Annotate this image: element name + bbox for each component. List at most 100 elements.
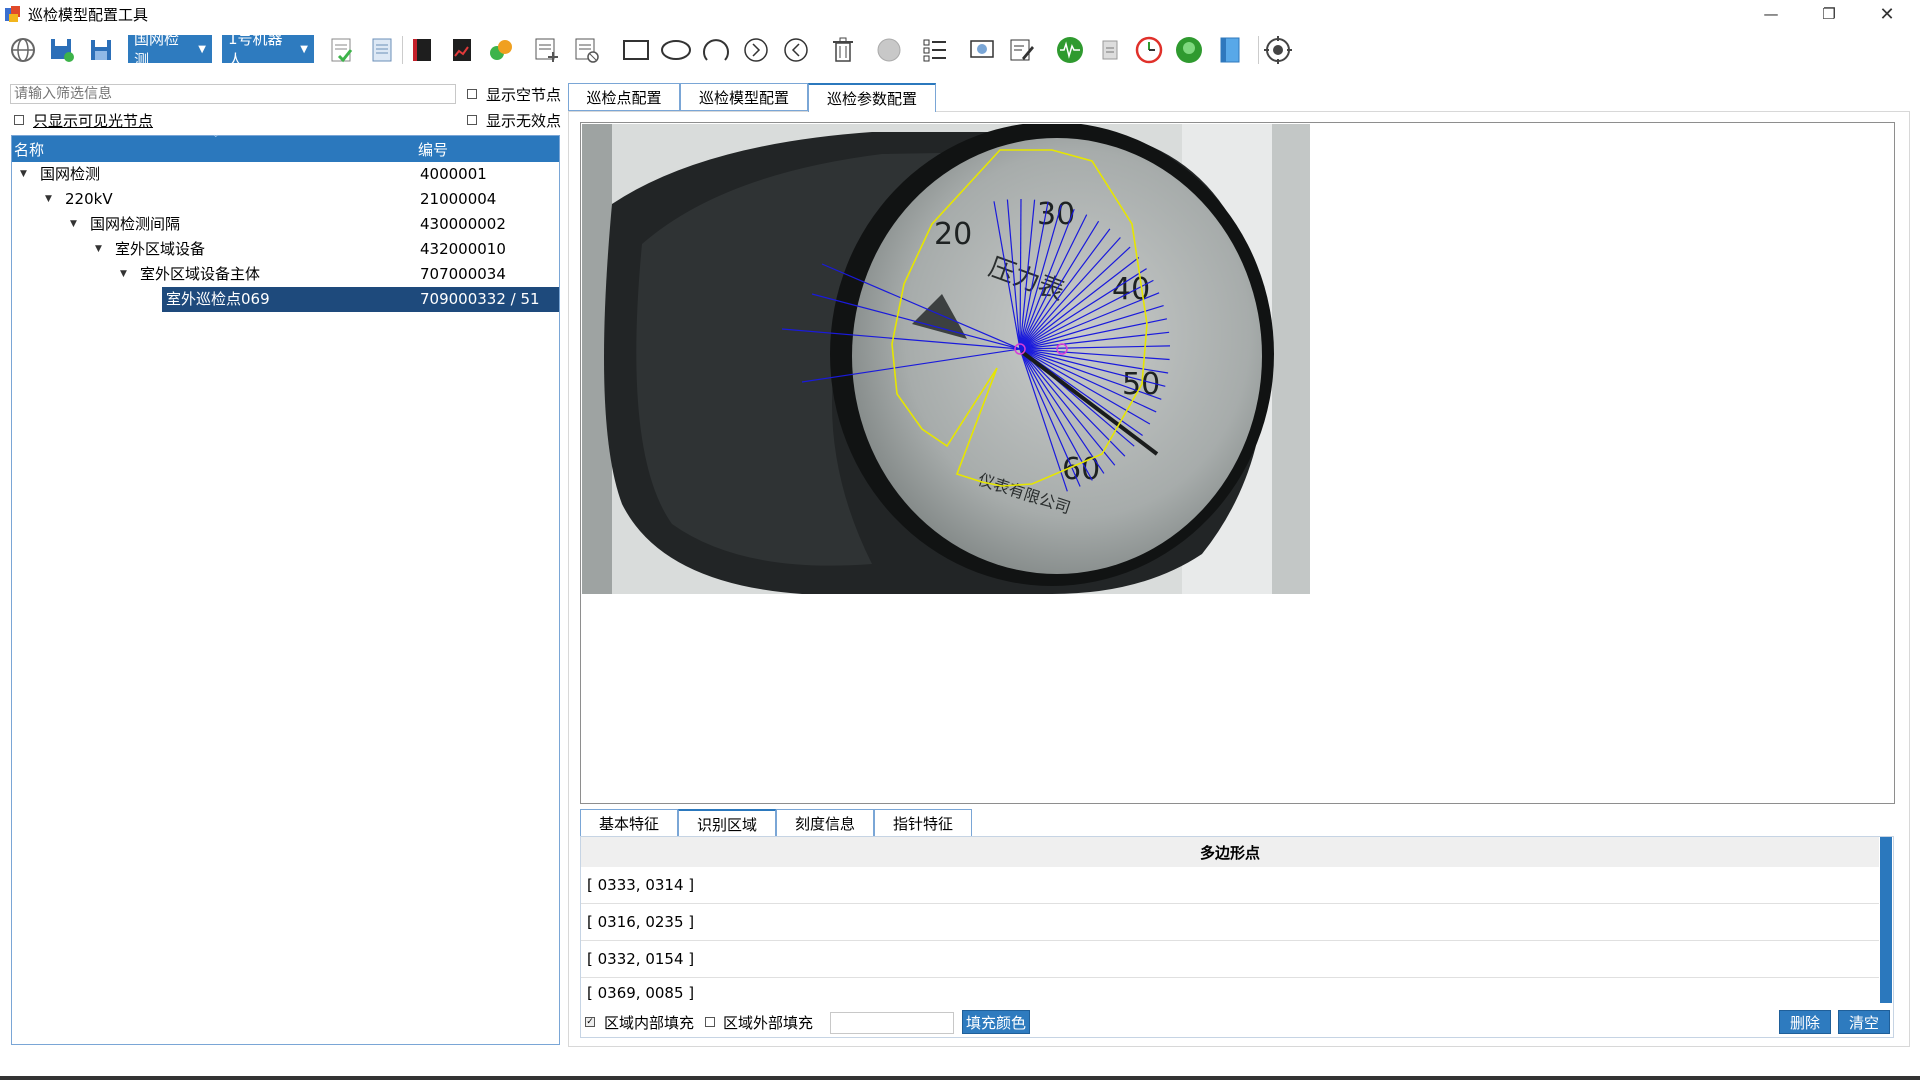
save-icon[interactable]: [45, 33, 79, 67]
rectangle-icon[interactable]: [619, 33, 653, 67]
expand-caret-icon[interactable]: ▼: [20, 162, 27, 187]
tree-row-selected[interactable]: 室外巡检点069 709000332 / 51: [162, 287, 559, 312]
expand-caret-icon[interactable]: ▼: [120, 262, 127, 287]
toolbar-separator: [402, 36, 403, 64]
show-empty-label: 显示空节点: [486, 86, 562, 104]
arc-icon[interactable]: [699, 33, 733, 67]
visible-only-checkbox[interactable]: [14, 115, 24, 125]
tree-row-name: 国网检测间隔: [90, 215, 181, 233]
tree-row[interactable]: ▼ 国网检测间隔 430000002: [12, 212, 559, 237]
list-icon[interactable]: [918, 33, 952, 67]
expand-caret-icon[interactable]: ▼: [95, 237, 102, 262]
app-icon: [5, 6, 20, 22]
chevron-down-icon: ▼: [198, 43, 206, 55]
window-bottom-edge: [0, 1076, 1920, 1080]
fill-color-swatch[interactable]: [830, 1012, 954, 1034]
robot-dropdown-value: 1号机器人: [228, 30, 283, 69]
tree-row-name: 国网检测: [40, 165, 101, 183]
arc-right-icon[interactable]: [739, 33, 773, 67]
sort-indicator-icon: ⌄: [212, 130, 220, 140]
document-icon[interactable]: [365, 33, 399, 67]
tree-row[interactable]: ▼ 国网检测 4000001: [12, 162, 559, 187]
tab-inspection-params[interactable]: 巡检参数配置: [808, 83, 936, 112]
tree-header-code[interactable]: 编号: [418, 139, 448, 160]
target-icon[interactable]: [1261, 33, 1295, 67]
tree-row-name: 室外区域设备: [115, 240, 206, 258]
tree-row-code: 432000010: [420, 240, 506, 258]
minimize-button[interactable]: —: [1742, 0, 1800, 28]
polygon-point-row[interactable]: [ 0369, 0085 ]: [581, 978, 1879, 1008]
arc-left-icon[interactable]: [779, 33, 813, 67]
preview-icon[interactable]: [965, 33, 999, 67]
station-dropdown-value: 国网检测: [134, 30, 180, 69]
tree-row[interactable]: ▼ 室外区域设备主体 707000034: [12, 262, 559, 287]
show-invalid-checkbox[interactable]: [467, 115, 477, 125]
title-bar: 巡检模型配置工具 — ❐ ✕: [0, 0, 1920, 28]
save-as-icon[interactable]: [84, 33, 118, 67]
globe-icon[interactable]: [6, 33, 40, 67]
waveform-icon[interactable]: [1053, 33, 1087, 67]
filter-input[interactable]: [10, 84, 456, 104]
subtab-pointer-features[interactable]: 指针特征: [874, 809, 972, 837]
toolbar: 国网检测 ▼ 1号机器人 ▼: [0, 30, 1920, 70]
tree-row-code: 707000034: [420, 265, 506, 283]
panel-icon[interactable]: [1213, 33, 1247, 67]
tree-row-code: 4000001: [420, 165, 487, 183]
gauge-image[interactable]: 20 30 40 50 60 压力表 仪表有限公司: [582, 124, 1310, 594]
subtab-basic-features[interactable]: 基本特征: [580, 809, 678, 837]
fill-outside-checkbox[interactable]: [705, 1017, 715, 1027]
delete-button[interactable]: 删除: [1779, 1010, 1831, 1034]
chart-book-icon[interactable]: [445, 33, 479, 67]
toolbar-separator: [1258, 36, 1259, 64]
tree-header: 名称 编号 ⌄: [12, 130, 559, 162]
tree-row-code: 430000002: [420, 215, 506, 233]
red-book-icon[interactable]: [405, 33, 439, 67]
maximize-button[interactable]: ❐: [1800, 0, 1858, 28]
close-button[interactable]: ✕: [1858, 0, 1916, 28]
window-title: 巡检模型配置工具: [28, 6, 149, 24]
tree-row-name: 室外巡检点069: [166, 290, 270, 308]
clock-icon[interactable]: [1132, 33, 1166, 67]
subtab-recognition-area[interactable]: 识别区域: [678, 809, 776, 837]
chevron-down-icon: ▼: [300, 43, 308, 55]
polygon-point-row[interactable]: [ 0332, 0154 ]: [581, 941, 1879, 978]
remove-item-icon[interactable]: [570, 33, 604, 67]
disabled-circle-icon[interactable]: [872, 33, 906, 67]
tree-row-code: 709000332 / 51: [420, 290, 540, 308]
show-empty-checkbox[interactable]: [467, 89, 477, 99]
expand-caret-icon[interactable]: ▼: [45, 187, 52, 212]
robot-dropdown[interactable]: 1号机器人 ▼: [222, 30, 314, 69]
subtab-scale-info[interactable]: 刻度信息: [776, 809, 874, 837]
trash-icon[interactable]: [826, 33, 860, 67]
show-invalid-label: 显示无效点: [486, 112, 562, 130]
add-item-icon[interactable]: [530, 33, 564, 67]
polygon-point-row[interactable]: [ 0316, 0235 ]: [581, 904, 1879, 941]
ellipse-icon[interactable]: [659, 33, 693, 67]
edit-icon[interactable]: [1005, 33, 1039, 67]
vertical-scrollbar[interactable]: [1880, 837, 1892, 1003]
go-icon[interactable]: [1172, 33, 1206, 67]
image-canvas[interactable]: 20 30 40 50 60 压力表 仪表有限公司: [580, 122, 1895, 804]
clear-button[interactable]: 清空: [1838, 1010, 1890, 1034]
tab-inspection-point[interactable]: 巡检点配置: [568, 83, 680, 111]
fill-inside-checkbox[interactable]: ✓: [585, 1017, 595, 1027]
tree-row-name: 220kV: [65, 190, 113, 208]
fill-inside-label: 区域内部填充: [604, 1014, 695, 1032]
tree-header-name[interactable]: 名称: [14, 139, 44, 160]
polygon-points-header: 多边形点: [581, 837, 1879, 867]
tree-row-name: 室外区域设备主体: [140, 265, 261, 283]
polygon-point-row[interactable]: [ 0333, 0314 ]: [581, 867, 1879, 904]
tree-row[interactable]: ▼ 220kV 21000004: [12, 187, 559, 212]
file-icon[interactable]: [1093, 33, 1127, 67]
expand-caret-icon[interactable]: ▼: [70, 212, 77, 237]
tab-inspection-model[interactable]: 巡检模型配置: [680, 83, 808, 111]
sync-icon[interactable]: [484, 33, 518, 67]
tree-row-code: 21000004: [420, 190, 497, 208]
gauge-scale-20: 20: [934, 217, 972, 252]
list-check-icon[interactable]: [325, 33, 359, 67]
visible-only-label: 只显示可见光节点: [33, 112, 154, 130]
fill-color-button[interactable]: 填充颜色: [962, 1010, 1030, 1034]
fill-outside-label: 区域外部填充: [723, 1014, 814, 1032]
station-dropdown[interactable]: 国网检测 ▼: [128, 30, 212, 69]
tree-row[interactable]: ▼ 室外区域设备 432000010: [12, 237, 559, 262]
